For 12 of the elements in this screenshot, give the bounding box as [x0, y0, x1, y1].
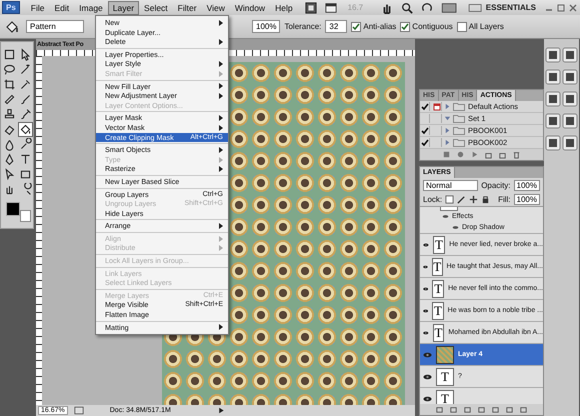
type-layer-thumbnail: T: [436, 390, 454, 404]
lock-label: Lock:: [423, 194, 442, 204]
type-layer-thumbnail: T: [432, 236, 446, 254]
type-layer-thumbnail: T: [432, 258, 442, 276]
fill-label: Fill:: [498, 194, 511, 204]
type-layer-thumbnail: T: [432, 280, 444, 298]
opacity-label: Opacity:: [481, 180, 511, 190]
tolerance-label: Tolerance:: [284, 22, 322, 31]
photoshop-logo: Ps: [2, 1, 20, 14]
type-layer-thumbnail: T: [432, 302, 444, 320]
type-layer-thumbnail: T: [436, 368, 454, 386]
type-layer-thumbnail: T: [432, 324, 444, 342]
